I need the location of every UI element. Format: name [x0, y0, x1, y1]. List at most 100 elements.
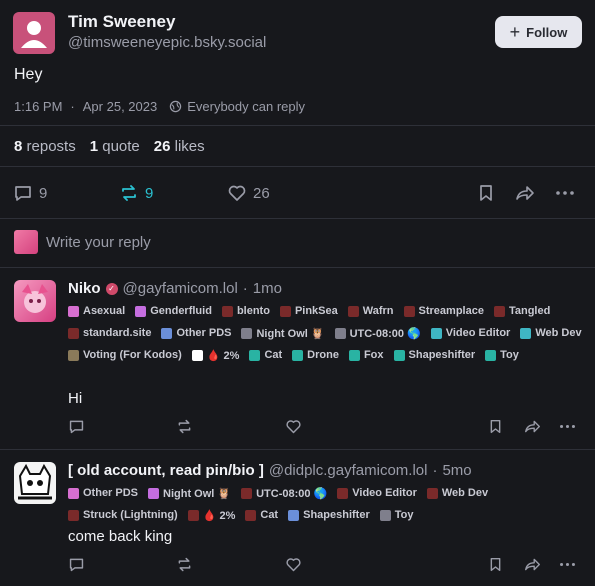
profile-label[interactable]: Video Editor	[430, 325, 510, 341]
repost-button[interactable]	[176, 418, 193, 435]
label-badge-icon	[379, 509, 391, 521]
profile-label[interactable]: blento	[221, 303, 270, 319]
profile-label[interactable]: 🩸 2%	[191, 347, 240, 363]
like-button[interactable]	[285, 556, 302, 573]
bookmark-button[interactable]	[488, 556, 503, 573]
profile-label[interactable]: 🩸 2%	[187, 507, 235, 523]
quotes-stat[interactable]: 1 quote	[90, 138, 140, 155]
profile-label-text: Fox	[363, 349, 384, 361]
post-date: Apr 25, 2023	[82, 99, 158, 114]
verified-badge-icon: ✓	[105, 282, 118, 295]
profile-label[interactable]: Toy	[485, 347, 519, 363]
reply-avatar[interactable]	[14, 280, 56, 322]
profile-label[interactable]: Cat	[249, 347, 282, 363]
reply-button[interactable]: 9	[13, 183, 47, 203]
reply-icon	[15, 186, 31, 201]
reply-separator: ·	[432, 462, 438, 479]
profile-label-text: Wafrn	[362, 305, 394, 317]
profile-label[interactable]: Other PDS	[68, 485, 138, 501]
profile-label[interactable]: Voting (For Kodos)	[68, 347, 182, 363]
profile-label[interactable]: Web Dev	[426, 485, 488, 501]
profile-label[interactable]: Night Owl 🦉	[148, 485, 231, 501]
reply-setting-label: Everybody can reply	[187, 99, 305, 114]
bookmark-icon	[490, 557, 501, 572]
profile-label[interactable]: Asexual	[68, 303, 125, 319]
reply-setting[interactable]: Everybody can reply	[169, 99, 305, 114]
label-badge-icon	[245, 509, 257, 521]
reply-text: come back king	[68, 528, 173, 545]
author-handle[interactable]: @timsweeneyepic.bsky.social	[68, 34, 266, 51]
reply-item[interactable]: [ old account, read pin/bio ] @didplc.ga…	[0, 450, 595, 586]
profile-label-text: 🩸 2%	[206, 349, 240, 362]
profile-label[interactable]: Shapeshifter	[288, 507, 370, 523]
profile-label-text: Cat	[264, 349, 283, 361]
share-button[interactable]	[523, 418, 542, 435]
more-options-button[interactable]	[559, 418, 576, 435]
profile-label[interactable]: Struck (Lightning)	[68, 507, 178, 523]
profile-label-text: Genderfluid	[150, 305, 212, 317]
profile-label[interactable]: Streamplace	[403, 303, 484, 319]
profile-label[interactable]: Shapeshifter	[393, 347, 475, 363]
heart-icon	[286, 420, 301, 434]
profile-label[interactable]: Genderfluid	[135, 303, 212, 319]
reply-author-handle[interactable]: @gayfamicom.lol	[123, 280, 238, 297]
profile-label[interactable]: Web Dev	[520, 325, 582, 341]
profile-labels: Asexual Genderfluid blento PinkSea Wafrn Stre…	[68, 303, 588, 363]
heart-icon	[286, 558, 301, 572]
post-time: 1:16 PM	[14, 99, 63, 114]
repost-button[interactable]	[176, 556, 193, 573]
reposts-stat[interactable]: 8 reposts	[14, 138, 76, 155]
profile-label-text: Web Dev	[535, 327, 582, 339]
reply-author-name[interactable]: Niko	[68, 280, 101, 297]
follow-button[interactable]: + Follow	[495, 16, 582, 48]
reply-avatar[interactable]	[14, 462, 56, 504]
reply-separator: ·	[242, 280, 248, 297]
label-badge-icon	[68, 327, 79, 339]
share-button[interactable]	[523, 556, 542, 573]
label-badge-icon	[334, 327, 346, 339]
profile-label[interactable]: UTC-08:00 🌎	[241, 485, 327, 501]
reply-item[interactable]: Niko ✓ @gayfamicom.lol · 1mo Asexual Gend…	[0, 268, 595, 448]
post-text: Hey	[14, 66, 43, 83]
profile-label-text: Other PDS	[83, 487, 139, 499]
like-button[interactable]: 26	[227, 183, 270, 203]
profile-label[interactable]: Video Editor	[337, 485, 417, 501]
reply-button[interactable]	[68, 418, 85, 435]
profile-label[interactable]: PinkSea	[279, 303, 338, 319]
profile-label[interactable]: Toy	[379, 507, 414, 523]
profile-label[interactable]: Cat	[245, 507, 278, 523]
divider	[0, 218, 595, 219]
profile-label[interactable]: UTC-08:00 🌎	[334, 325, 421, 341]
more-options-button[interactable]	[555, 183, 575, 203]
profile-label[interactable]: Fox	[348, 347, 384, 363]
bookmark-button[interactable]	[477, 183, 495, 203]
profile-label[interactable]: Night Owl 🦉	[241, 325, 325, 341]
ellipsis-icon	[560, 424, 575, 429]
like-count: 26	[253, 184, 270, 202]
profile-label[interactable]: Other PDS	[161, 325, 231, 341]
more-options-button[interactable]	[559, 556, 576, 573]
profile-label[interactable]: standard.site	[68, 325, 151, 341]
repost-count: 9	[145, 184, 154, 202]
reply-header: Niko ✓ @gayfamicom.lol · 1mo	[68, 280, 282, 297]
author-avatar[interactable]	[13, 12, 55, 54]
reply-text: Hi	[68, 390, 83, 407]
label-badge-icon	[279, 305, 291, 317]
share-button[interactable]	[514, 183, 536, 203]
reply-age: 1mo	[252, 280, 282, 297]
reply-actions	[0, 556, 595, 578]
profile-label[interactable]: Tangled	[493, 303, 550, 319]
reply-author-name[interactable]: [ old account, read pin/bio ]	[68, 462, 264, 479]
reply-button[interactable]	[68, 556, 85, 573]
bookmark-button[interactable]	[488, 418, 503, 435]
profile-label[interactable]: Wafrn	[347, 303, 394, 319]
repost-button[interactable]: 9	[119, 183, 153, 203]
reply-author-handle[interactable]: @didplc.gayfamicom.lol	[269, 462, 428, 479]
reply-composer[interactable]: Write your reply	[14, 230, 151, 254]
ellipsis-icon	[560, 562, 575, 567]
author-name[interactable]: Tim Sweeney	[68, 12, 175, 32]
like-button[interactable]	[285, 418, 302, 435]
profile-label[interactable]: Drone	[292, 347, 339, 363]
profile-label-text: Struck (Lightning)	[83, 509, 178, 521]
likes-stat[interactable]: 26 likes	[154, 138, 205, 155]
